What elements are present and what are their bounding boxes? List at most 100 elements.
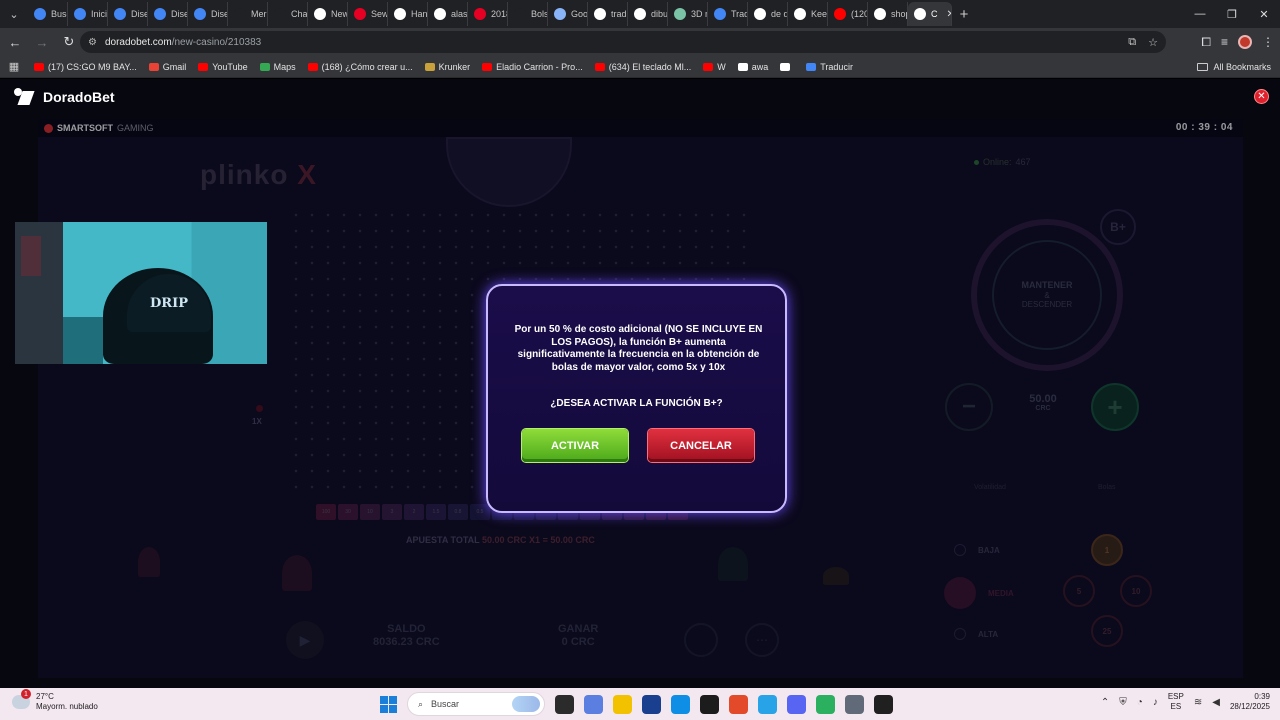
language-indicator[interactable]: ESP ES (1168, 692, 1184, 712)
minimize-icon[interactable]: — (1184, 0, 1216, 28)
taskbar-search[interactable]: ⌕ Buscar (407, 692, 545, 716)
bookmark-label: (168) ¿Cómo crear u... (321, 61, 413, 72)
taskbar-app-icon[interactable] (758, 694, 777, 714)
taskbar-app-icon[interactable] (555, 694, 574, 714)
tab-favicon-icon (74, 8, 86, 20)
wifi-icon[interactable]: ≋ (1194, 697, 1202, 708)
doradobet-logo[interactable]: DoradoBet (14, 88, 115, 105)
taskbar-app-icon[interactable] (816, 694, 835, 714)
tab[interactable]: Meri (228, 2, 268, 26)
tab[interactable]: Keep (788, 2, 828, 26)
tab[interactable]: (120 (828, 2, 868, 26)
tab[interactable]: New (308, 2, 348, 26)
taskbar-app-icon[interactable] (613, 694, 632, 714)
modal-message: Por un 50 % de costo adicional (NO SE IN… (514, 324, 763, 373)
tab[interactable]: Goo (548, 2, 588, 26)
taskbar-app-icon[interactable] (584, 694, 603, 714)
tab-label: Dise (131, 9, 148, 19)
tab[interactable]: Han (388, 2, 428, 26)
tab-label: Inici (91, 9, 108, 19)
tab[interactable]: Dise (148, 2, 188, 26)
clock[interactable]: 0:39 28/12/2025 (1230, 692, 1270, 712)
tab-active[interactable]: C✕ (908, 2, 952, 26)
tab[interactable]: Bols (508, 2, 548, 26)
bookmark-item[interactable]: awa (732, 62, 775, 72)
bookmark-item[interactable]: (17) CS:GO M9 BAY... (28, 62, 143, 72)
bookmark-item[interactable]: (634) El teclado Ml... (589, 62, 698, 72)
cancel-button[interactable]: CANCELAR (648, 429, 754, 462)
tab[interactable]: Dise (188, 2, 228, 26)
toolbar-right: ⧠ ≡ ⋮ (1201, 28, 1274, 56)
browser-tab-bar: ⌄ Busc Inici Dise Dise Dise Meri Chat New Sewi Ha… (0, 0, 1280, 28)
bookmarks-list: (17) CS:GO M9 BAY... Gmail YouTube Maps (168… (28, 62, 859, 72)
tab[interactable]: Sewi (348, 2, 388, 26)
tab[interactable]: Dise (108, 2, 148, 26)
all-bookmarks-label: All Bookmarks (1213, 62, 1271, 72)
site-info-icon[interactable]: ⚙ (88, 37, 97, 48)
restore-icon[interactable]: ❐ (1216, 0, 1248, 28)
tab-search-menu-icon[interactable]: ⌄ (0, 0, 28, 28)
tab[interactable]: Tradi (708, 2, 748, 26)
bookmark-item[interactable]: (168) ¿Cómo crear u... (302, 62, 419, 72)
forward-icon[interactable]: → (30, 30, 54, 54)
tab-favicon-icon (314, 8, 326, 20)
tab-label: Han (411, 9, 428, 19)
bookmark-item[interactable]: Krunker (419, 62, 477, 72)
taskbar-app-icon[interactable] (874, 694, 893, 714)
security-icon[interactable]: ⛨ (1119, 697, 1127, 708)
tab-favicon-icon (554, 8, 566, 20)
tab[interactable]: 2018 (468, 2, 508, 26)
tab[interactable]: 3D n (668, 2, 708, 26)
bookmark-item[interactable]: Traducir (800, 62, 859, 72)
tab[interactable]: dibu (628, 2, 668, 26)
back-icon[interactable]: ← (3, 30, 27, 54)
network-icon[interactable]: ◔ (1137, 697, 1143, 708)
bookmark-item[interactable]: W (697, 62, 732, 72)
bookmark-label: (17) CS:GO M9 BAY... (48, 61, 137, 72)
extensions-icon[interactable]: ⧠ (1201, 35, 1211, 50)
close-game-button[interactable]: ✕ (1254, 89, 1269, 104)
screen: ⌄ Busc Inici Dise Dise Dise Meri Chat New Sewi Ha… (0, 0, 1280, 720)
windows-start-icon[interactable] (380, 695, 397, 713)
tab[interactable]: alas (428, 2, 468, 26)
bookmark-item[interactable]: Maps (254, 62, 302, 72)
brand-name: DoradoBet (43, 88, 115, 105)
tab[interactable]: de q (748, 2, 788, 26)
bookmark-star-icon[interactable]: ☆ (1148, 36, 1158, 49)
profile-avatar[interactable] (1238, 35, 1252, 49)
all-bookmarks-button[interactable]: All Bookmarks (1197, 56, 1271, 78)
tab-label: Goo (571, 9, 588, 19)
weather-widget[interactable]: 1 27°C Mayorm. nublado (12, 689, 98, 712)
media-controls-icon[interactable]: ≡ (1221, 35, 1228, 49)
taskbar-app-icon[interactable] (729, 694, 748, 714)
volume-icon[interactable]: ◀ (1212, 697, 1220, 708)
browser-menu-icon[interactable]: ⋮ (1262, 35, 1274, 49)
taskbar-app-icon[interactable] (671, 694, 690, 714)
taskbar-app-icon[interactable] (845, 694, 864, 714)
bookmark-item[interactable]: Eladio Carrion - Pro... (476, 62, 589, 72)
search-placeholder: Buscar (431, 699, 460, 709)
close-window-icon[interactable]: ✕ (1248, 0, 1280, 28)
activate-button[interactable]: ACTIVAR (522, 429, 628, 462)
microphone-icon[interactable]: ♪ (1153, 697, 1158, 708)
taskbar-app-icon[interactable] (700, 694, 719, 714)
apps-grid-icon[interactable]: ▦ (0, 60, 28, 73)
bookmark-item[interactable]: YouTube (192, 62, 253, 72)
tab[interactable]: Chat (268, 2, 308, 26)
tab[interactable]: shop (868, 2, 908, 26)
chevron-up-icon[interactable]: ⌃ (1101, 697, 1109, 708)
address-bar[interactable]: ⚙ doradobet.com /new-casino/210383 ⧉ ☆ (80, 31, 1166, 53)
bookmark-label: Traducir (820, 61, 853, 72)
taskbar-app-icon[interactable] (787, 694, 806, 714)
tab[interactable]: Inici (68, 2, 108, 26)
taskbar-app-icon[interactable] (642, 694, 661, 714)
reload-icon[interactable]: ↻ (57, 30, 81, 54)
install-app-icon[interactable]: ⧉ (1128, 36, 1136, 49)
tab[interactable]: tradi (588, 2, 628, 26)
new-tab-button[interactable]: + (952, 2, 976, 26)
tab[interactable]: Busc (28, 2, 68, 26)
bookmark-item[interactable] (774, 62, 800, 71)
bookmark-label: Maps (273, 61, 296, 72)
bookmark-item[interactable]: Gmail (143, 62, 193, 72)
windows-taskbar: 1 27°C Mayorm. nublado ⌕ Buscar ⌃ ⛨ ◔ ♪ … (0, 688, 1280, 720)
